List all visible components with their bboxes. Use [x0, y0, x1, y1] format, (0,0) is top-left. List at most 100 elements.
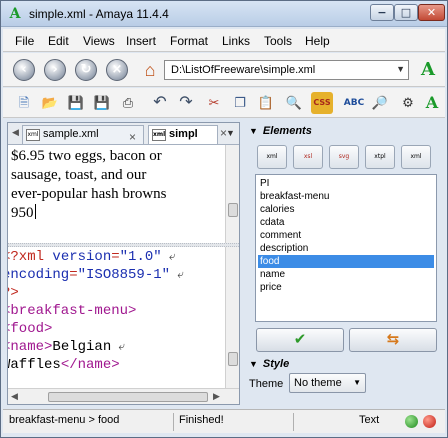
stop-icon[interactable]: ×	[106, 59, 128, 81]
collapse-icon[interactable]: ▼	[249, 359, 258, 369]
svg-element-button[interactable]: svg	[329, 145, 359, 169]
print-icon[interactable]: ⎙	[117, 92, 139, 114]
source-token: <food>	[8, 321, 53, 337]
menu-help[interactable]: Help	[305, 34, 330, 48]
save-icon[interactable]: 💾	[65, 92, 87, 114]
maximize-button[interactable]: □	[394, 4, 418, 21]
status-divider	[293, 413, 294, 431]
open-folder-icon[interactable]: 📂	[39, 92, 61, 114]
template-element-button[interactable]: xtpl	[365, 145, 395, 169]
xml-file-icon: xml	[26, 129, 40, 141]
home-icon[interactable]: ⌂	[139, 59, 161, 81]
redo-icon[interactable]: ↷	[175, 92, 197, 114]
forward-icon[interactable]: ›	[44, 59, 66, 81]
undo-icon[interactable]: ↶	[149, 92, 171, 114]
zoom-icon[interactable]: 🔎	[369, 92, 391, 114]
tab-sample-xml[interactable]: xml sample.xml ×	[22, 125, 144, 144]
close-button[interactable]: ✕	[418, 4, 445, 21]
new-document-icon[interactable]: 🗎	[13, 92, 35, 114]
scroll-left-icon[interactable]: ◀	[11, 391, 18, 402]
tab-strip: ◀ xml sample.xml × xml simpl × ▼	[8, 123, 239, 145]
source-token: Waffles	[8, 357, 61, 373]
css-icon[interactable]: CSS	[311, 92, 333, 114]
source-line: <food>	[8, 320, 52, 338]
source-token: ?>	[8, 285, 19, 301]
xsl-element-button[interactable]: xsl	[293, 145, 323, 169]
save-as-icon[interactable]: 💾	[91, 92, 113, 114]
element-path[interactable]: breakfast-menu > food	[9, 414, 119, 426]
theme-label: Theme	[249, 378, 284, 390]
collapse-icon[interactable]: ▼	[249, 126, 258, 136]
status-divider	[173, 413, 174, 431]
menu-views[interactable]: Views	[83, 34, 115, 48]
reload-icon[interactable]: ↻	[75, 59, 97, 81]
source-token: "1.0"	[119, 249, 162, 265]
element-list-item[interactable]: description	[258, 242, 434, 255]
chevron-down-icon[interactable]: ▼	[396, 64, 405, 74]
paste-icon[interactable]: 📋	[255, 92, 277, 114]
menu-edit[interactable]: Edit	[48, 34, 69, 48]
minimize-button[interactable]: −	[370, 4, 394, 21]
menu-links[interactable]: Links	[222, 34, 250, 48]
element-list-item[interactable]: cdata	[258, 216, 434, 229]
menu-file[interactable]: File	[15, 34, 34, 48]
menu-tools[interactable]: Tools	[264, 34, 292, 48]
tab-simple-xml[interactable]: xml simpl	[148, 125, 218, 144]
element-list-item[interactable]: calories	[258, 203, 434, 216]
refresh-button[interactable]: ⇆	[349, 328, 437, 352]
element-list-item[interactable]: breakfast-menu	[258, 190, 434, 203]
spellcheck-icon[interactable]: ABC	[343, 92, 365, 114]
source-token: <breakfast-menu>	[8, 303, 137, 319]
element-list-item[interactable]: PI	[258, 177, 434, 190]
amaya-window: A simple.xml - Amaya 11.4.4 − □ ✕ File E…	[0, 0, 448, 438]
find-icon[interactable]: 🔍	[283, 92, 305, 114]
scroll-thumb[interactable]	[228, 352, 238, 366]
style-header[interactable]: ▼ Style	[249, 358, 289, 370]
horizontal-scrollbar[interactable]: ◀ ▶	[8, 388, 239, 404]
elements-header[interactable]: ▼ Elements	[249, 125, 312, 137]
source-line: Waffles</name>	[8, 356, 120, 374]
apply-check-button[interactable]: ✔	[256, 328, 344, 352]
source-token: <?xml	[8, 249, 45, 265]
cut-icon[interactable]: ✂	[203, 92, 225, 114]
address-bar: ‹ › ↻ × ⌂ D:\ListOfFreeware\simple.xml ▼…	[3, 53, 445, 87]
close-tab-icon[interactable]: ×	[129, 129, 136, 144]
tab-menu-chevron-icon[interactable]: ▼	[226, 128, 235, 138]
xml-element-button[interactable]: xml	[257, 145, 287, 169]
menu-format[interactable]: Format	[170, 34, 208, 48]
formatted-line: sausage, toast, and our	[11, 167, 147, 183]
text-cursor	[34, 204, 36, 219]
back-icon[interactable]: ‹	[13, 59, 35, 81]
scroll-right-icon[interactable]: ▶	[213, 391, 220, 402]
source-token: Belgian	[52, 339, 112, 355]
theme-select[interactable]: No theme ▼	[289, 373, 366, 393]
url-input[interactable]: D:\ListOfFreeware\simple.xml ▼	[164, 60, 409, 80]
title-bar[interactable]: A simple.xml - Amaya 11.4.4 − □ ✕	[1, 1, 447, 27]
tab-scroll-left-icon[interactable]: ◀	[12, 127, 19, 138]
side-panel: ▼ Elements xml xsl svg xtpl xml PI breakfa…	[245, 122, 442, 405]
source-view[interactable]: <?xml version="1.0" ⤶encoding="ISO8859-1…	[8, 247, 225, 387]
copy-icon[interactable]: ❐	[229, 92, 251, 114]
element-list[interactable]: PI breakfast-menu calories cdata comment desc…	[255, 174, 437, 322]
xml-element-button[interactable]: xml	[401, 145, 431, 169]
element-list-item[interactable]: food	[258, 255, 434, 268]
source-line: ?>	[8, 284, 19, 302]
element-list-item[interactable]: price	[258, 281, 434, 294]
element-list-item[interactable]: comment	[258, 229, 434, 242]
error-status-icon[interactable]	[423, 415, 436, 428]
formatted-view[interactable]: $6.95 two eggs, bacon or sausage, toast,…	[8, 145, 225, 243]
settings-icon[interactable]: ⚙	[397, 92, 419, 114]
source-line: encoding="ISO8859-1" ⤶	[8, 266, 184, 284]
source-scrollbar[interactable]	[225, 247, 239, 388]
element-list-item[interactable]: name	[258, 268, 434, 281]
menu-insert[interactable]: Insert	[126, 34, 156, 48]
lock-status-icon	[405, 415, 418, 428]
formatted-scrollbar[interactable]	[225, 145, 239, 243]
scroll-thumb[interactable]	[48, 392, 208, 402]
scroll-thumb[interactable]	[228, 203, 238, 217]
source-line: <name>Belgian ⤶	[8, 338, 125, 356]
line-wrap-icon: ⤶	[161, 250, 176, 264]
amaya-logo-icon: A	[425, 93, 439, 112]
edit-mode: Text	[359, 414, 380, 426]
source-token: "ISO8859-1"	[77, 267, 171, 283]
